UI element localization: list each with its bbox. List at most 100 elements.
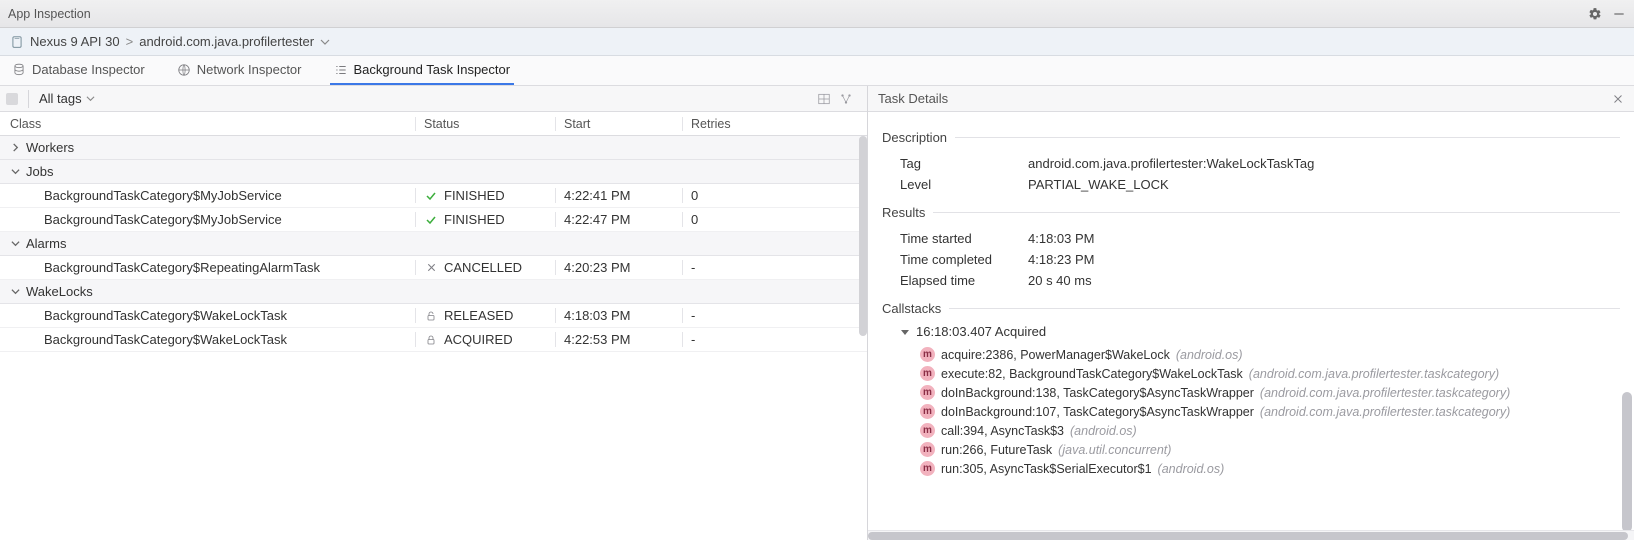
group-label: WakeLocks (26, 284, 93, 299)
unlock-icon (424, 310, 438, 322)
group-workers[interactable]: Workers (0, 136, 867, 160)
time-started-value: 4:18:03 PM (1028, 231, 1095, 246)
cell-start: 4:22:47 PM (555, 212, 682, 227)
globe-icon (177, 63, 191, 77)
stack-frame[interactable]: mcall:394, AsyncTask$3(android.os) (900, 421, 1620, 440)
section-description: Description (882, 130, 947, 145)
table-header: Class Status Start Retries (0, 112, 867, 136)
group-label: Alarms (26, 236, 66, 251)
tab-background-task-inspector[interactable]: Background Task Inspector (330, 56, 515, 85)
chevron-down-icon (10, 239, 20, 248)
task-details-panel: Task Details Description Tagandroid.com.… (868, 86, 1634, 540)
chevron-down-icon (10, 287, 20, 296)
scrollbar[interactable] (859, 136, 867, 336)
column-class[interactable]: Class (0, 117, 415, 131)
breadcrumb-separator: > (126, 34, 134, 49)
group-label: Jobs (26, 164, 53, 179)
process-name: android.com.java.profilertester (139, 34, 314, 49)
stack-frame[interactable]: mrun:305, AsyncTask$SerialExecutor$1(and… (900, 459, 1620, 478)
stack-frame[interactable]: mrun:266, FutureTask(java.util.concurren… (900, 440, 1620, 459)
tab-network-inspector[interactable]: Network Inspector (173, 56, 306, 85)
stack-frame[interactable]: mdoInBackground:107, TaskCategory$AsyncT… (900, 402, 1620, 421)
table-row[interactable]: BackgroundTaskCategory$WakeLockTask RELE… (0, 304, 867, 328)
stack-frame[interactable]: macquire:2386, PowerManager$WakeLock(and… (900, 345, 1620, 364)
list-icon (334, 63, 348, 77)
group-jobs[interactable]: Jobs (0, 160, 867, 184)
cell-status: CANCELLED (444, 260, 522, 275)
cell-status: FINISHED (444, 188, 505, 203)
minimize-icon[interactable] (1612, 7, 1626, 21)
tab-bar: Database Inspector Network Inspector Bac… (0, 56, 1634, 86)
tag-label: Tag (900, 156, 1028, 171)
group-wakelocks[interactable]: WakeLocks (0, 280, 867, 304)
cell-status: FINISHED (444, 212, 505, 227)
device-name: Nexus 9 API 30 (30, 34, 120, 49)
elapsed-label: Elapsed time (900, 273, 1028, 288)
method-badge-icon: m (920, 366, 935, 381)
table-row[interactable]: BackgroundTaskCategory$RepeatingAlarmTas… (0, 256, 867, 280)
method-badge-icon: m (920, 442, 935, 457)
column-retries[interactable]: Retries (682, 117, 867, 131)
tag-value: android.com.java.profilertester:WakeLock… (1028, 156, 1314, 171)
breadcrumb[interactable]: Nexus 9 API 30 > android.com.java.profil… (0, 28, 1634, 56)
stack-frame[interactable]: mexecute:82, BackgroundTaskCategory$Wake… (900, 364, 1620, 383)
horizontal-scrollbar[interactable] (868, 530, 1634, 540)
column-start[interactable]: Start (555, 117, 682, 131)
stack-frame[interactable]: mdoInBackground:138, TaskCategory$AsyncT… (900, 383, 1620, 402)
table-view-icon[interactable] (817, 92, 831, 106)
time-started-label: Time started (900, 231, 1028, 246)
callstack-header: 16:18:03.407 Acquired (916, 324, 1046, 339)
table-row[interactable]: BackgroundTaskCategory$MyJobService FINI… (0, 184, 867, 208)
column-status[interactable]: Status (415, 117, 555, 131)
group-label: Workers (26, 140, 74, 155)
cell-start: 4:18:03 PM (555, 308, 682, 323)
cell-retries: 0 (682, 212, 867, 227)
graph-view-icon[interactable] (839, 92, 853, 106)
tab-database-inspector[interactable]: Database Inspector (8, 56, 149, 85)
cell-start: 4:22:41 PM (555, 188, 682, 203)
database-icon (12, 63, 26, 77)
cell-start: 4:20:23 PM (555, 260, 682, 275)
divider (933, 212, 1620, 213)
cell-class: BackgroundTaskCategory$MyJobService (0, 188, 415, 203)
tab-label: Database Inspector (32, 62, 145, 77)
method-badge-icon: m (920, 423, 935, 438)
title-bar: App Inspection (0, 0, 1634, 28)
gear-icon[interactable] (1588, 7, 1602, 21)
table-row[interactable]: BackgroundTaskCategory$MyJobService FINI… (0, 208, 867, 232)
section-callstacks: Callstacks (882, 301, 941, 316)
panel-title: Task Details (878, 91, 948, 106)
separator (28, 90, 29, 108)
time-completed-label: Time completed (900, 252, 1028, 267)
lock-icon (424, 334, 438, 346)
method-badge-icon: m (920, 385, 935, 400)
chevron-right-icon (10, 143, 20, 152)
check-icon (424, 190, 438, 202)
cell-status: RELEASED (444, 308, 513, 323)
level-value: PARTIAL_WAKE_LOCK (1028, 177, 1169, 192)
cell-retries: - (682, 308, 867, 323)
method-badge-icon: m (920, 404, 935, 419)
divider (955, 137, 1620, 138)
cell-retries: - (682, 260, 867, 275)
cell-retries: 0 (682, 188, 867, 203)
table-body: Workers Jobs BackgroundTaskCategory$MyJo… (0, 136, 867, 540)
chevron-down-icon[interactable] (320, 37, 330, 47)
close-icon (424, 262, 438, 273)
cell-retries: - (682, 332, 867, 347)
task-list-panel: All tags Class Status Start Retries (0, 86, 868, 540)
close-icon[interactable] (1612, 93, 1624, 105)
device-icon (10, 35, 24, 49)
scrollbar[interactable] (1622, 392, 1632, 530)
divider (949, 308, 1620, 309)
group-alarms[interactable]: Alarms (0, 232, 867, 256)
chevron-down-icon (10, 167, 20, 176)
stop-button[interactable] (6, 93, 18, 105)
callstack-entry[interactable]: 16:18:03.407 Acquired (900, 324, 1620, 339)
section-results: Results (882, 205, 925, 220)
cell-class: BackgroundTaskCategory$MyJobService (0, 212, 415, 227)
table-row[interactable]: BackgroundTaskCategory$WakeLockTask ACQU… (0, 328, 867, 352)
level-label: Level (900, 177, 1028, 192)
tag-filter-dropdown[interactable]: All tags (39, 91, 95, 106)
elapsed-value: 20 s 40 ms (1028, 273, 1092, 288)
